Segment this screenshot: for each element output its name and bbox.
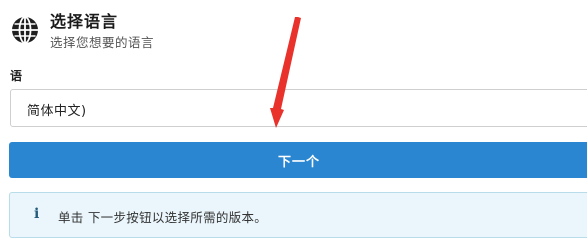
info-text: 单击 下一步按钮以选择所需的版本。	[58, 210, 268, 225]
next-button[interactable]: 下一个	[9, 142, 587, 178]
info-message: i 单击 下一步按钮以选择所需的版本。	[9, 192, 587, 238]
page-title: 选择语言	[50, 12, 119, 31]
next-button-label: 下一个	[277, 154, 320, 170]
page-header: 选择语言 选择您想要的语言	[10, 12, 154, 51]
language-field-label: 语	[10, 69, 23, 83]
language-select-value: 简体中文)	[27, 104, 87, 119]
header-titles: 选择语言 选择您想要的语言	[50, 12, 154, 51]
info-icon: i	[34, 206, 40, 222]
language-selection-page: 选择语言 选择您想要的语言 语 简体中文) 下一个 i 单击 下一步按钮以选择所…	[0, 0, 587, 248]
globe-icon	[12, 16, 38, 44]
page-subtitle: 选择您想要的语言	[50, 35, 155, 50]
language-select[interactable]: 简体中文)	[10, 89, 587, 127]
